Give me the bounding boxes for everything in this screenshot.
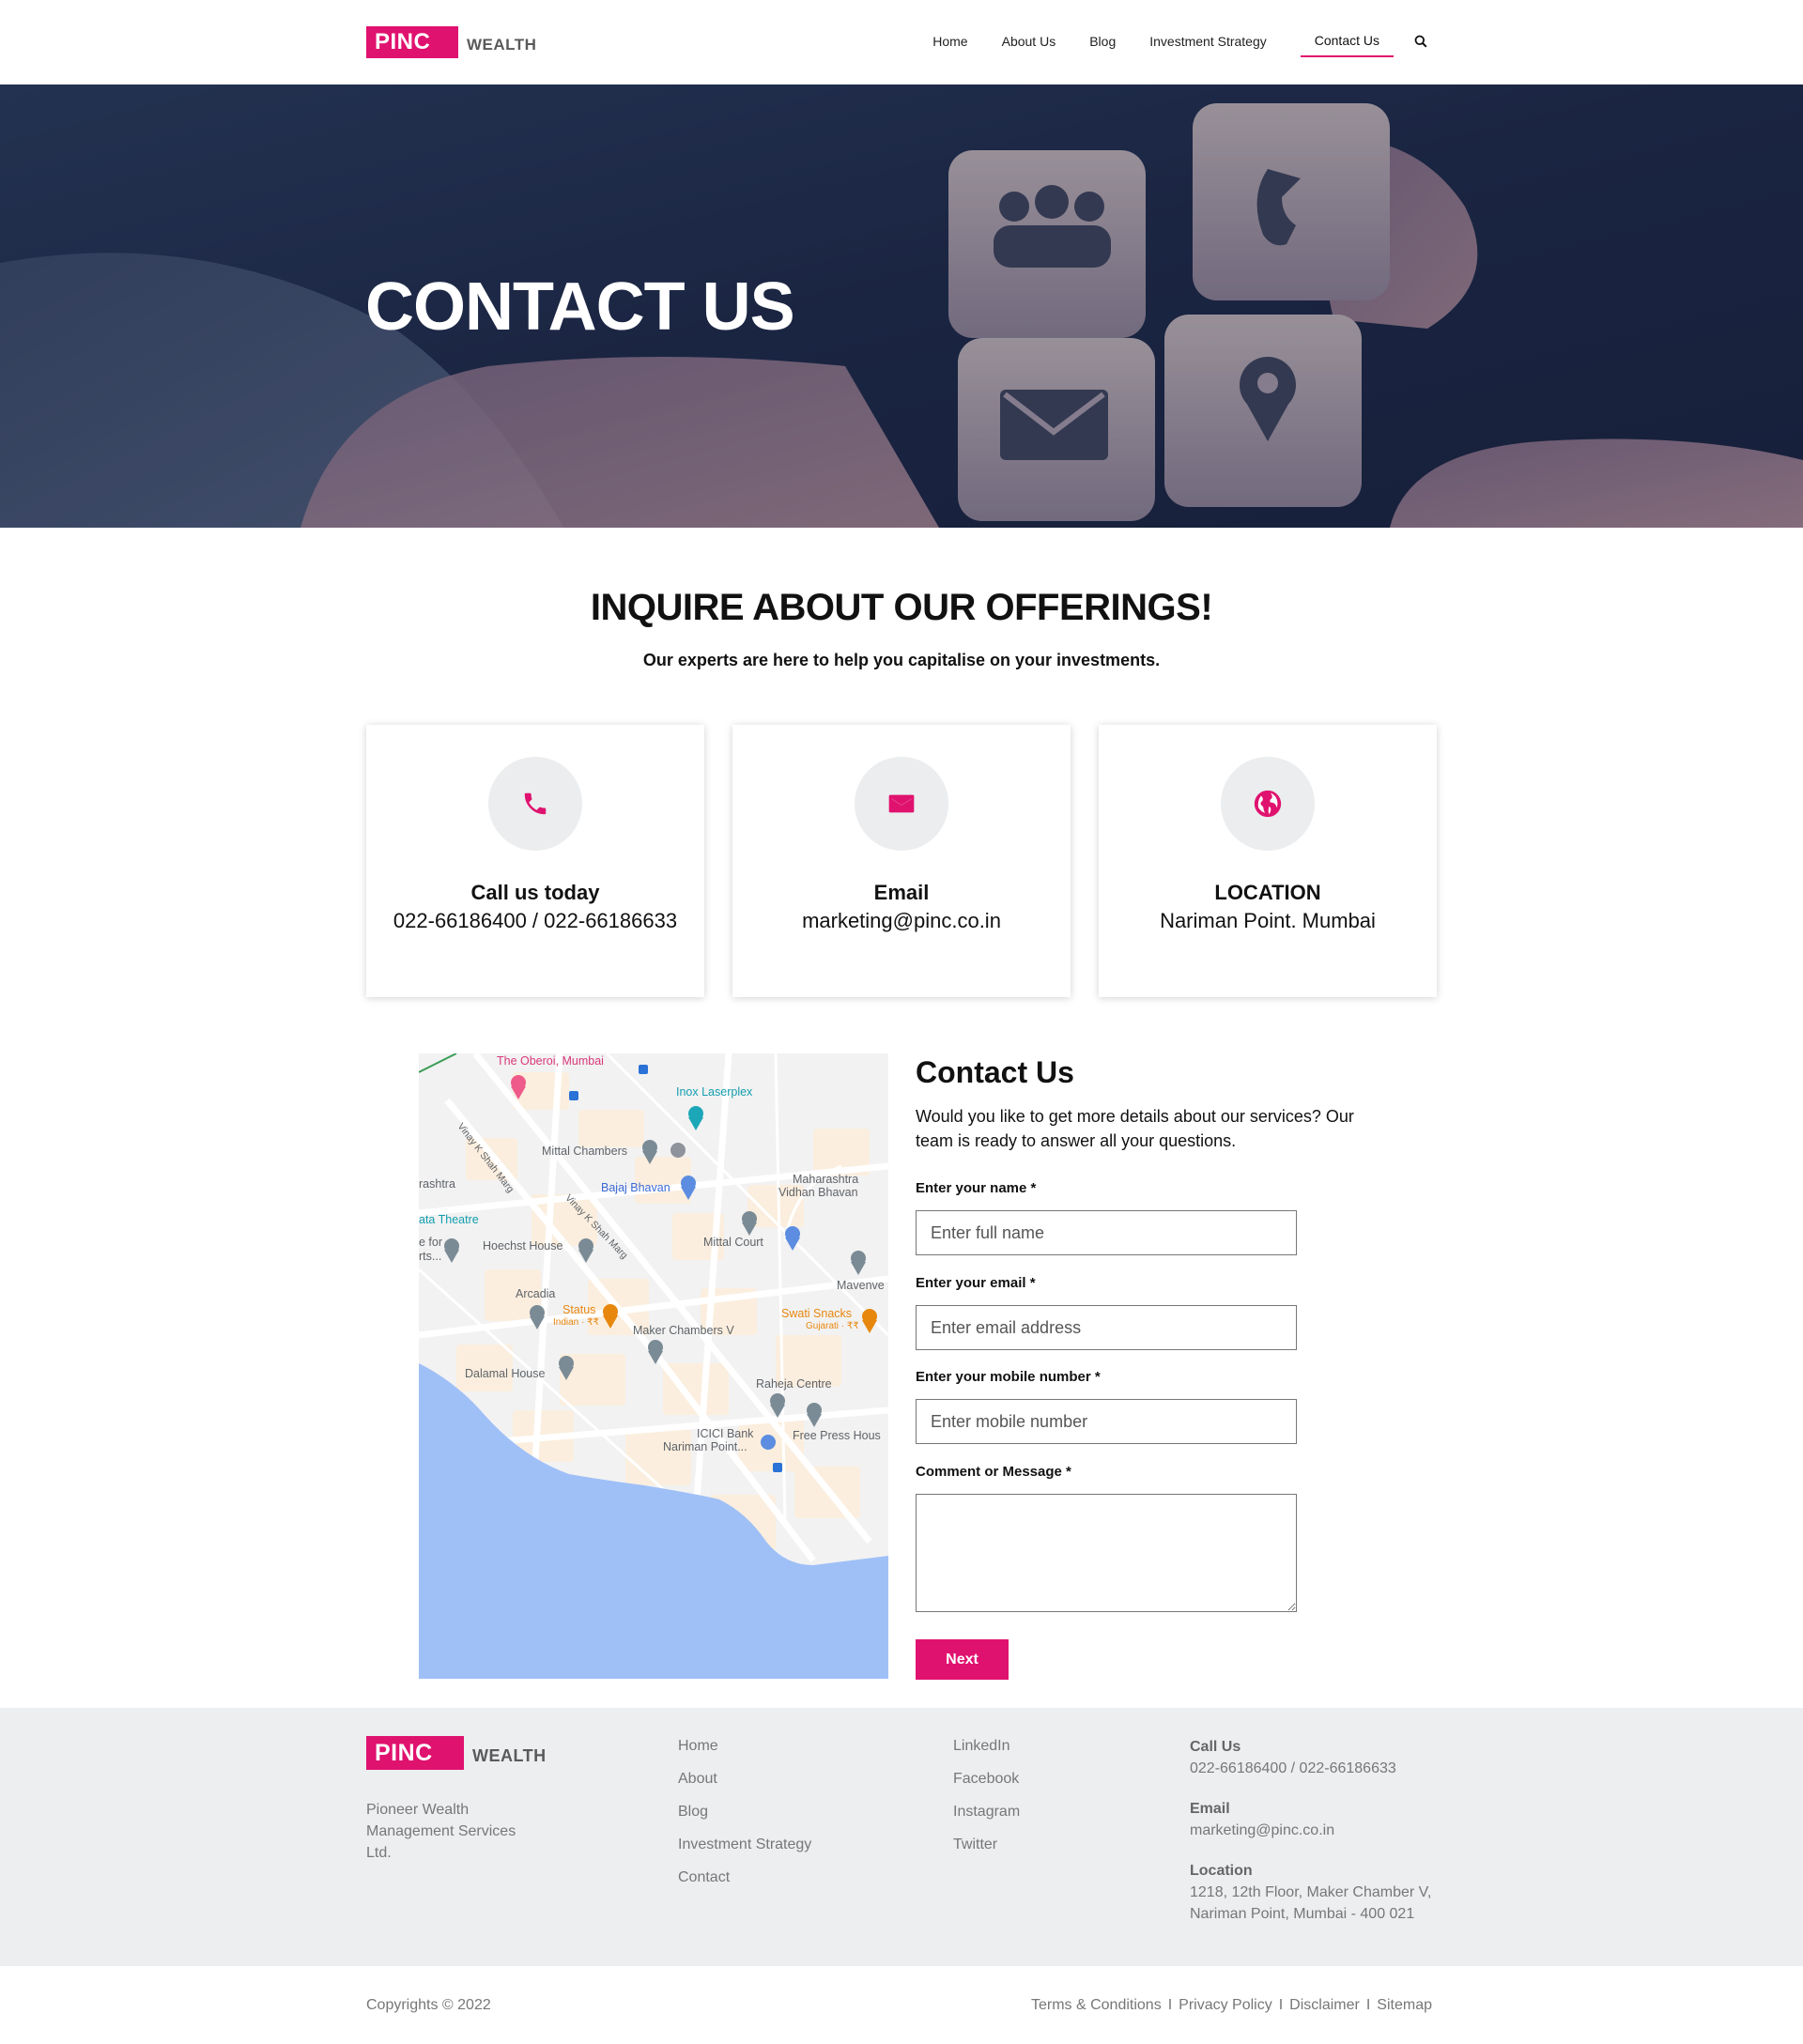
email-value[interactable]: marketing@pinc.co.in	[1190, 1820, 1472, 1841]
map-label: Nariman Point...	[663, 1440, 747, 1453]
company-name: Pioneer Wealth Management Services Ltd.	[366, 1802, 516, 1861]
separator: I	[1278, 1997, 1284, 2013]
separator: I	[1167, 1997, 1173, 2013]
hero-title: CONTACT US	[365, 269, 795, 345]
nav-investment-strategy[interactable]: Investment Strategy	[1149, 26, 1267, 56]
privacy-link[interactable]: Privacy Policy	[1179, 1997, 1272, 2014]
map-label: Maker Chambers V	[633, 1324, 734, 1337]
mobile-input[interactable]	[916, 1399, 1297, 1444]
map-label: Dalamal House	[465, 1367, 546, 1380]
location-line-2: Nariman Point, Mumbai - 400 021	[1190, 1906, 1415, 1922]
footer-social: LinkedIn Facebook Instagram Twitter	[953, 1736, 1020, 1867]
nav-about-us[interactable]: About Us	[1002, 26, 1056, 56]
nav-blog[interactable]: Blog	[1089, 26, 1116, 56]
map-label: Arcadia	[516, 1287, 556, 1300]
footer-link-facebook[interactable]: Facebook	[953, 1769, 1020, 1802]
message-textarea[interactable]	[916, 1494, 1297, 1612]
map-label: Maharashtra	[793, 1173, 859, 1186]
main-nav: Home About Us Blog Investment Strategy C…	[899, 25, 1427, 57]
mobile-label: Enter your mobile number *	[916, 1369, 1101, 1385]
logo-mark: PINC	[366, 1736, 464, 1770]
location-map[interactable]: The Oberoi, Mumbai Inox Laserplex Mittal…	[419, 1053, 888, 1679]
call-heading: Call Us	[1190, 1739, 1241, 1755]
call-card: Call us today 022-66186400 / 022-6618663…	[366, 725, 704, 997]
location-line-1: 1218, 12th Floor, Maker Chamber V,	[1190, 1884, 1432, 1900]
sitemap-link[interactable]: Sitemap	[1377, 1997, 1432, 2014]
nav-home[interactable]: Home	[932, 26, 967, 56]
email-card: Email marketing@pinc.co.in	[732, 725, 1071, 997]
footer-link-twitter[interactable]: Twitter	[953, 1835, 1020, 1867]
footer-link-investment-strategy[interactable]: Investment Strategy	[678, 1835, 811, 1867]
map-label: Swati Snacks	[781, 1307, 853, 1320]
call-value[interactable]: 022-66186400 / 022-66186633	[1190, 1758, 1472, 1779]
hero-image	[0, 85, 1803, 528]
bottom-bar: Copyrights © 2022 Terms & Conditions I P…	[0, 1966, 1803, 2044]
map-label: Mavenve	[837, 1279, 885, 1292]
footer-contact: Call Us 022-66186400 / 022-66186633 Emai…	[1190, 1736, 1472, 1944]
form-description: Would you like to get more details about…	[916, 1107, 1354, 1150]
location-heading: Location	[1190, 1863, 1253, 1879]
email-label: Enter your email *	[916, 1275, 1036, 1291]
hero-banner: CONTACT US	[0, 85, 1803, 528]
email-input[interactable]	[916, 1305, 1297, 1350]
map-label: ata Theatre	[419, 1213, 479, 1226]
globe-icon	[1221, 757, 1315, 851]
card-title: LOCATION	[1214, 881, 1321, 904]
map-label: Vidhan Bhavan	[778, 1186, 858, 1199]
logo-wealth-text: WEALTH	[472, 1745, 547, 1765]
footer-link-instagram[interactable]: Instagram	[953, 1802, 1020, 1835]
map-label: Indian · ₹₹	[553, 1317, 599, 1328]
name-input[interactable]	[916, 1210, 1297, 1255]
map-label: Raheja Centre	[756, 1377, 832, 1391]
map-label: Mittal Court	[703, 1236, 763, 1249]
phone-icon	[488, 757, 582, 851]
footer-links: Home About Blog Investment Strategy Cont…	[678, 1736, 811, 1900]
inquire-heading: INQUIRE ABOUT OUR OFFERINGS!	[590, 587, 1213, 628]
next-button[interactable]: Next	[916, 1639, 1009, 1680]
footer-link-blog[interactable]: Blog	[678, 1802, 811, 1835]
inquire-subtitle: Our experts are here to help you capital…	[642, 651, 1161, 669]
form-title: Contact Us	[916, 1055, 1074, 1089]
mail-icon	[855, 757, 948, 851]
map-label: Status	[562, 1303, 596, 1316]
message-label: Comment or Message *	[916, 1464, 1071, 1480]
separator: I	[1365, 1997, 1371, 2013]
name-label: Enter your name *	[916, 1180, 1037, 1196]
phone-numbers[interactable]: 022-66186400 / 022-66186633	[366, 909, 704, 933]
footer-link-home[interactable]: Home	[678, 1736, 811, 1769]
map-label: ICICI Bank	[697, 1427, 754, 1440]
map-label: e for	[419, 1236, 443, 1249]
logo-wealth-text: WEALTH	[467, 36, 537, 54]
email-address[interactable]: marketing@pinc.co.in	[732, 909, 1071, 933]
search-icon[interactable]	[1414, 35, 1427, 48]
site-header: PINC WEALTH Home About Us Blog Investmen…	[0, 0, 1803, 85]
footer-link-contact[interactable]: Contact	[678, 1867, 811, 1900]
map-label: Inox Laserplex	[676, 1085, 753, 1099]
email-heading: Email	[1190, 1801, 1230, 1817]
legal-links: Terms & Conditions I Privacy Policy I Di…	[1031, 1997, 1432, 2014]
brand-logo[interactable]: PINC WEALTH	[366, 26, 536, 58]
nav-contact-us[interactable]: Contact Us	[1300, 25, 1394, 57]
card-title: Call us today	[470, 881, 600, 904]
disclaimer-link[interactable]: Disclaimer	[1289, 1997, 1360, 2014]
map-graphic	[419, 1053, 888, 1679]
map-label: rashtra	[419, 1177, 455, 1191]
map-label: Hoechst House	[483, 1239, 563, 1253]
footer-link-linkedin[interactable]: LinkedIn	[953, 1736, 1020, 1769]
map-label: rts...	[419, 1250, 442, 1263]
map-label: Gujarati · ₹₹	[806, 1321, 859, 1331]
map-label: Bajaj Bhavan	[601, 1181, 670, 1194]
map-label: The Oberoi, Mumbai	[497, 1054, 604, 1068]
card-title: Email	[873, 881, 930, 904]
terms-link[interactable]: Terms & Conditions	[1031, 1997, 1162, 2014]
map-label: Mittal Chambers	[542, 1145, 627, 1158]
copyright: Copyrights © 2022	[366, 1997, 491, 2013]
location-card: LOCATION Nariman Point. Mumbai	[1099, 725, 1437, 997]
footer-logo[interactable]: PINC WEALTH	[366, 1736, 547, 1770]
map-label: Free Press Hous	[793, 1429, 881, 1442]
footer-link-about[interactable]: About	[678, 1769, 811, 1802]
site-footer: PINC WEALTH Pioneer Wealth Management Se…	[0, 1708, 1803, 1966]
logo-mark: PINC	[366, 26, 458, 58]
location-text: Nariman Point. Mumbai	[1160, 909, 1376, 932]
